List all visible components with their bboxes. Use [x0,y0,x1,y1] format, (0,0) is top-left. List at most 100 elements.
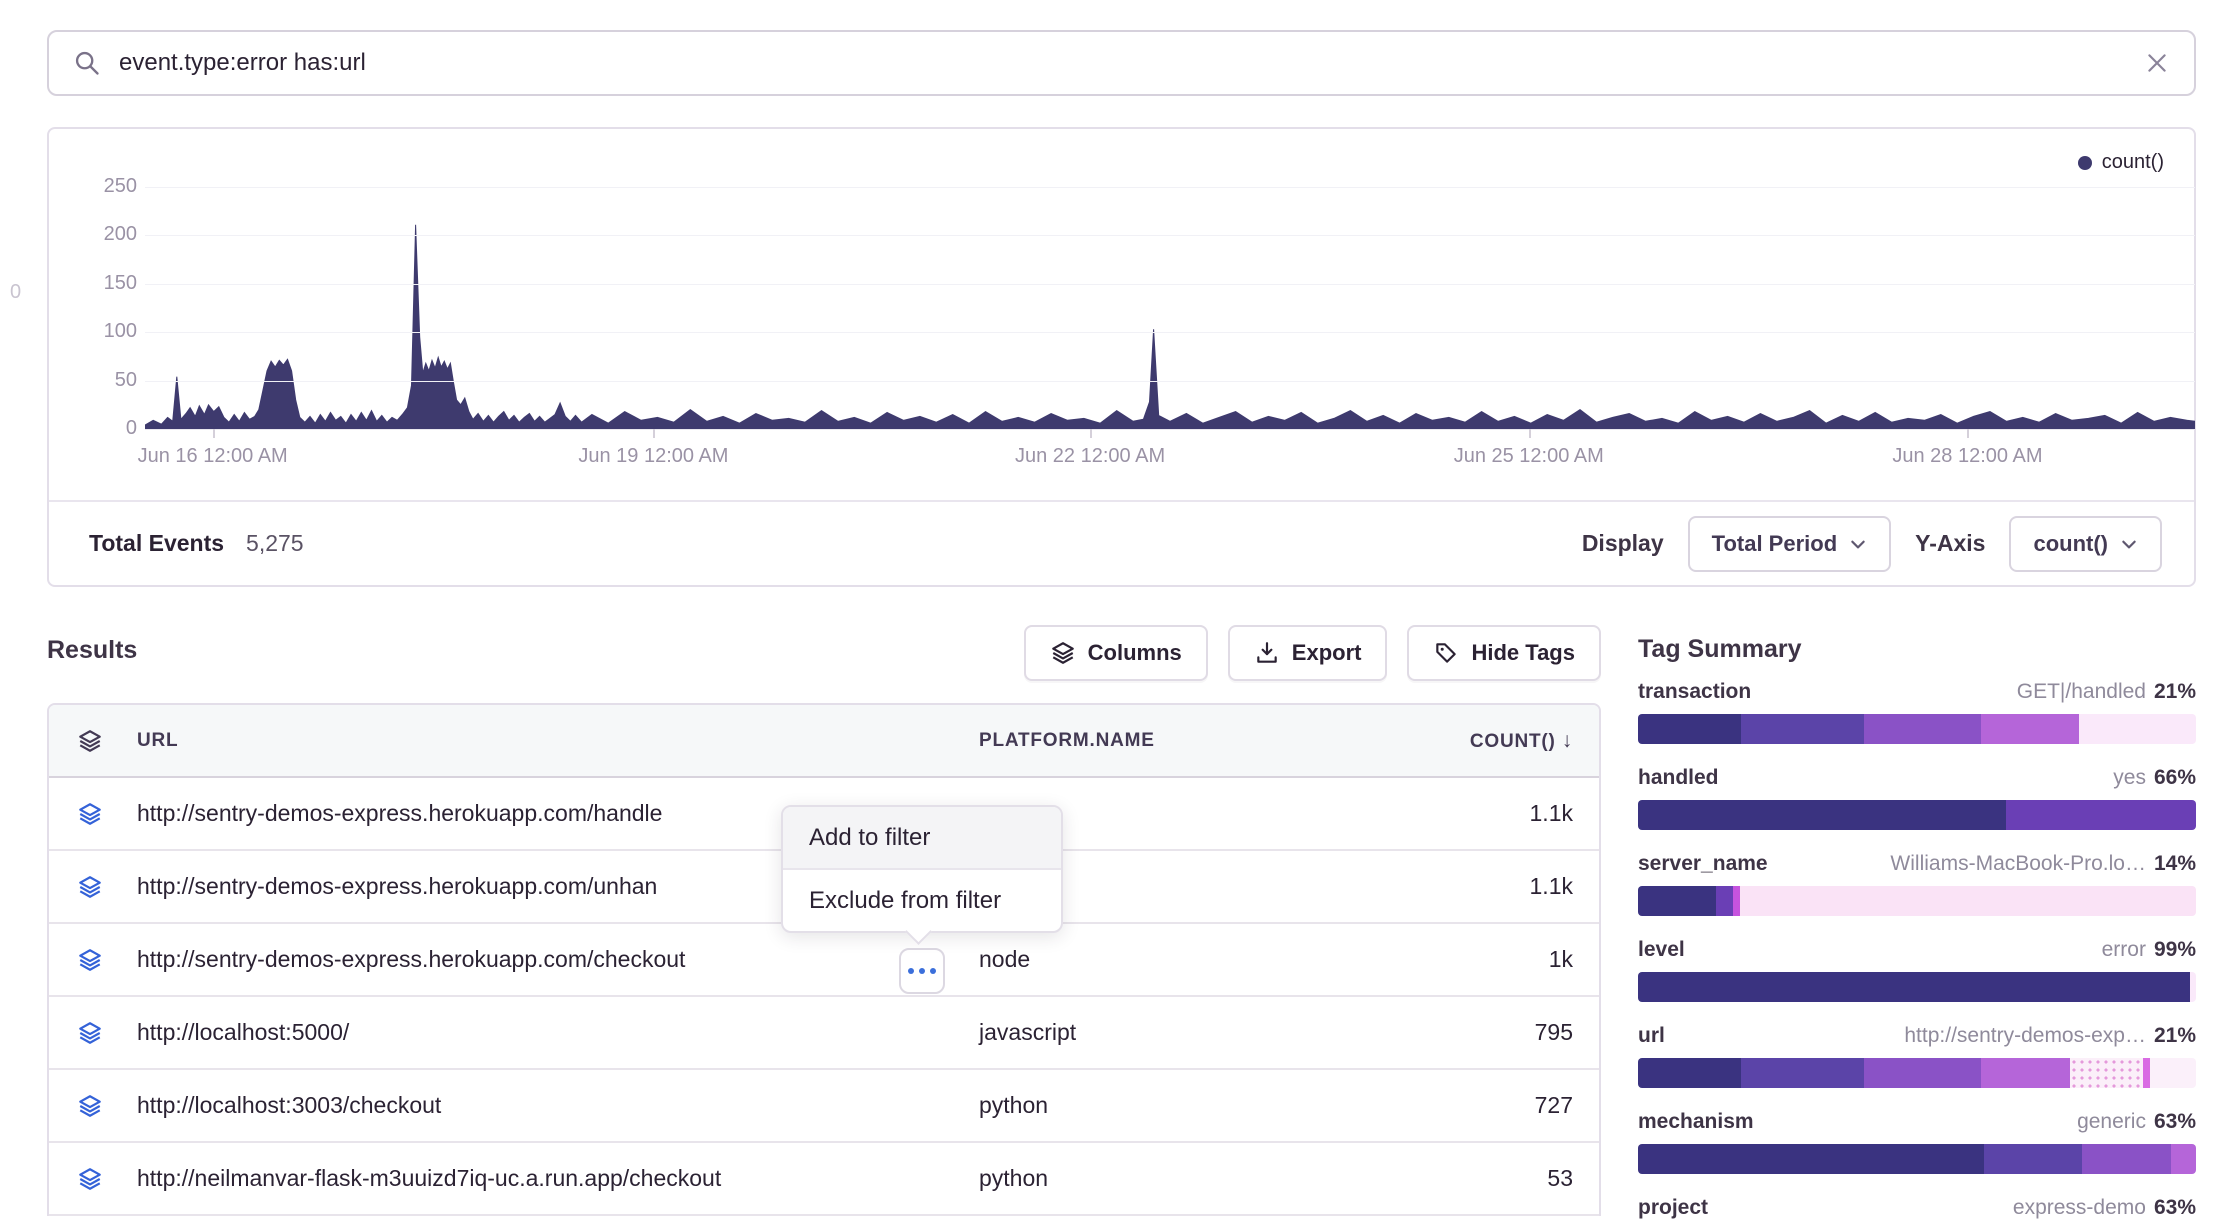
y-axis-tick-label: 50 [67,369,137,392]
hide-tags-button[interactable]: Hide Tags [1407,625,1601,681]
table-row[interactable]: http://sentry-demos-express.herokuapp.co… [49,924,1599,997]
tag-row: level error 99% [1638,938,2196,1002]
count-cell[interactable]: 53 [1409,1165,1599,1192]
search-input[interactable]: event.type:error has:url [119,49,2144,77]
tag-bar-segment [2082,1144,2171,1174]
yaxis-dropdown[interactable]: count() [2009,516,2162,572]
columns-button[interactable]: Columns [1024,625,1208,681]
cell-context-menu: Add to filter Exclude from filter [781,805,1063,933]
y-axis-tick-label: 0 [67,417,137,440]
x-axis-tick [1090,429,1092,438]
tag-bar-segment [1981,714,2079,744]
tag-bar-segment [2171,1144,2196,1174]
chart-legend[interactable]: count() [2078,151,2164,174]
chevron-down-icon [1849,535,1867,553]
gridline [145,381,2195,382]
tag-percentage: 21% [2154,1024,2196,1048]
search-icon [73,49,101,77]
x-axis-tick-label: Jun 16 12:00 AM [138,445,288,468]
count-header-label: COUNT() [1470,731,1556,752]
platform-cell[interactable]: node [979,946,1409,973]
count-cell[interactable]: 727 [1409,1092,1599,1119]
column-header-platform[interactable]: PLATFORM.NAME [979,730,1409,752]
display-dropdown[interactable]: Total Period [1688,516,1892,572]
layers-icon [49,1166,137,1192]
gridline [145,332,2195,333]
tag-bar-segment [1741,1058,1864,1088]
layers-icon [49,1093,137,1119]
total-events-value: 5,275 [246,530,304,557]
results-table: URL PLATFORM.NAME COUNT()↓ http://sentry… [47,703,1601,1216]
yaxis-dropdown-value: count() [2033,531,2108,557]
count-cell[interactable]: 795 [1409,1019,1599,1046]
search-bar[interactable]: event.type:error has:url [47,30,2196,96]
tag-bar-segment [1716,886,1733,916]
table-header: URL PLATFORM.NAME COUNT()↓ [49,705,1599,778]
tag-bar-segment [1733,886,1740,916]
tag-bar-segment [1638,714,1741,744]
url-cell[interactable]: http://localhost:3003/checkout [137,1092,979,1119]
y-axis-tick-label: 200 [67,223,137,246]
tag-bar-segment [2150,1058,2196,1088]
layers-icon [49,947,137,973]
url-cell[interactable]: http://neilmanvar-flask-m3uuizd7iq-uc.a.… [137,1165,979,1192]
tag-bar-segment [1740,886,2196,916]
tag-bar-segment [1638,1058,1741,1088]
tag-top-value: Williams-MacBook-Pro.lo… [1890,852,2146,876]
count-cell[interactable]: 1k [1409,946,1599,973]
tag-bar-segment [1638,972,2190,1002]
tag-distribution-bar[interactable] [1638,886,2196,916]
export-icon [1254,640,1280,666]
tag-bar-segment [2190,972,2196,1002]
tag-top-value: GET|/handled [2017,680,2146,704]
events-chart-panel: count() Total Events 5,275 Display Total… [47,127,2196,587]
legend-dot-icon [2078,156,2092,170]
columns-button-label: Columns [1088,640,1182,666]
url-cell[interactable]: http://sentry-demos-express.herokuapp.co… [137,946,979,973]
tag-top-value: generic [2077,1110,2146,1134]
tag-distribution-bar[interactable] [1638,800,2196,830]
discover-page: 0 event.type:error has:url count() Total… [0,0,2234,1224]
column-header-count[interactable]: COUNT()↓ [1409,729,1599,753]
tag-row: transaction GET|/handled 21% [1638,680,2196,744]
close-icon[interactable] [2144,50,2170,76]
layers-icon [49,1020,137,1046]
tag-bar-segment [1981,1058,2070,1088]
export-button[interactable]: Export [1228,625,1388,681]
tag-summary-title: Tag Summary [1638,635,2196,664]
tag-top-value: express-demo [2013,1196,2146,1220]
tag-name: url [1638,1024,1665,1048]
platform-cell[interactable]: javascript [979,1019,1409,1046]
layers-icon [49,801,137,827]
gridline [145,187,2195,188]
cell-actions-button[interactable] [899,948,945,994]
table-row[interactable]: http://localhost:3003/checkout python 72… [49,1070,1599,1143]
tag-bar-segment [1864,714,1981,744]
column-header-url[interactable]: URL [137,730,979,752]
y-axis-tick-label: 150 [67,272,137,295]
table-row[interactable]: http://localhost:5000/ javascript 795 [49,997,1599,1070]
tag-name: handled [1638,766,1719,790]
count-cell[interactable]: 1.1k [1409,873,1599,900]
tag-name: mechanism [1638,1110,1754,1134]
platform-cell[interactable]: python [979,1092,1409,1119]
menu-item-add-to-filter[interactable]: Add to filter [783,807,1061,870]
tag-distribution-bar[interactable] [1638,1058,2196,1088]
x-axis-tick-label: Jun 19 12:00 AM [578,445,728,468]
tag-bar-segment [1864,1058,1981,1088]
tag-distribution-bar[interactable] [1638,1144,2196,1174]
tag-icon [1433,640,1459,666]
x-axis-tick [1529,429,1531,438]
platform-cell[interactable]: python [979,1165,1409,1192]
tag-distribution-bar[interactable] [1638,714,2196,744]
tag-bar-segment [1638,886,1716,916]
tag-percentage: 63% [2154,1196,2196,1220]
layers-icon [1050,640,1076,666]
legend-label: count() [2102,151,2164,174]
tag-distribution-bar[interactable] [1638,972,2196,1002]
tag-percentage: 14% [2154,852,2196,876]
count-cell[interactable]: 1.1k [1409,800,1599,827]
table-row[interactable]: http://neilmanvar-flask-m3uuizd7iq-uc.a.… [49,1143,1599,1216]
url-cell[interactable]: http://localhost:5000/ [137,1019,979,1046]
tag-percentage: 63% [2154,1110,2196,1134]
